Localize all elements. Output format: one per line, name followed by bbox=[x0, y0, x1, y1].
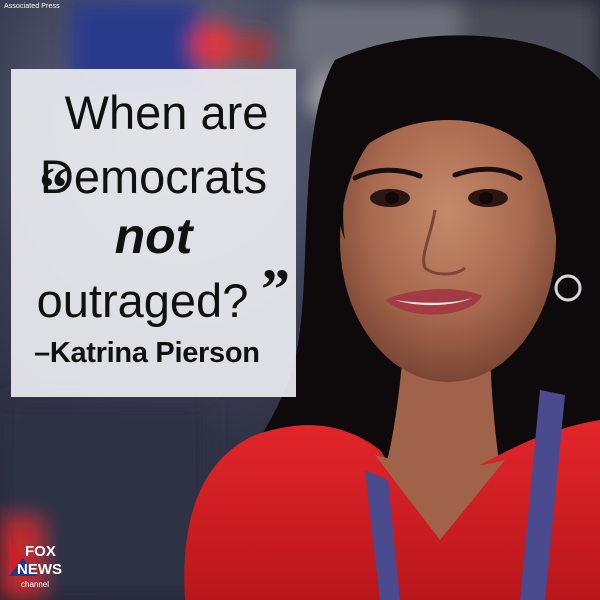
svg-text:NEWS: NEWS bbox=[17, 561, 62, 578]
photo-canvas: Associated Press “ When are Democrats no… bbox=[0, 0, 600, 600]
quote-line-3-emphasis: not bbox=[114, 208, 193, 264]
svg-text:FOX: FOX bbox=[25, 543, 56, 560]
photo-credit: Associated Press bbox=[4, 3, 60, 10]
quote-attribution: –Katrina Pierson bbox=[34, 337, 260, 369]
close-quote-mark: ” bbox=[261, 257, 290, 322]
quote-line-4: outraged? bbox=[36, 274, 249, 327]
svg-text:channel: channel bbox=[21, 580, 49, 589]
quote-line-1: When are bbox=[64, 86, 269, 139]
quote-line-2: Democrats bbox=[39, 150, 268, 203]
fox-news-logo: FOX NEWS channel bbox=[9, 540, 62, 589]
quote-box: “ When are Democrats not outraged? ” –Ka… bbox=[11, 69, 296, 397]
